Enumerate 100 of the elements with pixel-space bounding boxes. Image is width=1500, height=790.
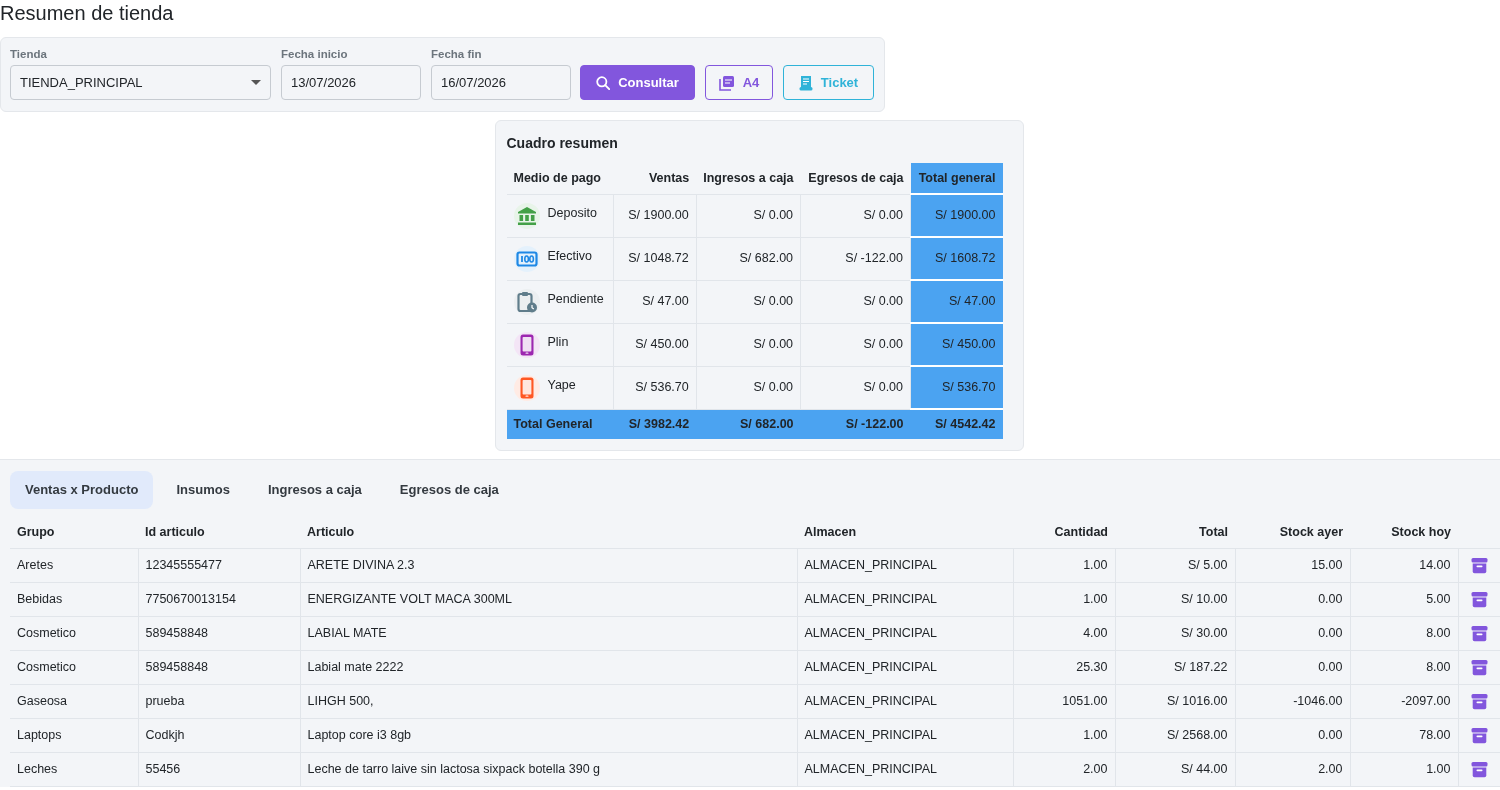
bank-icon [513,202,540,229]
table-cell: 589458848 [138,616,300,650]
table-cell: -1046.00 [1235,684,1350,718]
column-header: Total general [910,163,1003,194]
caret-down-icon [251,80,261,85]
tab[interactable]: Egresos de caja [384,471,514,509]
table-cell: 14.00 [1350,548,1458,582]
archive-box-icon[interactable] [1470,760,1488,778]
clipboard-clock-icon [513,288,540,315]
column-header: Total [1115,518,1235,548]
table-cell: Leche de tarro laive sin lactosa sixpack botella 390 g [300,752,797,786]
table-cell: 55456 [138,752,300,786]
table-cell: 0.00 [1235,616,1350,650]
archive-box-icon[interactable] [1470,590,1488,608]
table-cell: 2.00 [1235,752,1350,786]
table-cell: S/ 1016.00 [1115,684,1235,718]
table-cell: 0.00 [1235,582,1350,616]
table-cell: ALMACEN_PRINCIPAL [797,752,1013,786]
date-field[interactable]: 13/07/2026 [281,65,421,100]
page-title: Resumen de tienda [0,1,175,25]
tab[interactable]: Ventas x Producto [10,471,154,509]
table-cell: Cosmetico [10,650,138,684]
column-header: Stock hoy [1350,518,1458,548]
table-cell: ALMACEN_PRINCIPAL [797,548,1013,582]
table-cell: 1.00 [1013,548,1115,582]
column-header: Cantidad [1013,518,1115,548]
table-cell: ARETE DIVINA 2.3 [300,548,797,582]
table-cell: S/ 187.22 [1115,650,1235,684]
smartphone-icon [513,331,540,358]
table-cell: Laptops [10,718,138,752]
archive-box-icon[interactable] [1470,726,1488,744]
pdf-button[interactable]: A4 [705,65,773,100]
payment-method-name: Deposito [547,205,597,223]
table-cell: 78.00 [1350,718,1458,752]
field-label: Fecha fin [431,47,483,61]
table-cell: S/ 450.00 [613,323,697,366]
table-cell: S/ 47.00 [910,280,1003,323]
table-cell: S/ 682.00 [696,409,801,439]
table-cell: ALMACEN_PRINCIPAL [797,718,1013,752]
smartphone-icon [513,374,540,401]
table-cell: ALMACEN_PRINCIPAL [797,616,1013,650]
column-header: Grupo [10,518,138,548]
search-icon [596,75,611,90]
payment-method-name: Yape [547,377,576,395]
archive-box-icon[interactable] [1470,658,1488,676]
table-cell: S/ 0.00 [696,280,801,323]
table-cell: S/ 0.00 [800,366,911,409]
table-cell: Aretes [10,548,138,582]
table-cell: Codkjh [138,718,300,752]
table-cell: 12345555477 [138,548,300,582]
table-cell: S/ 2568.00 [1115,718,1235,752]
table-cell: LABIAL MATE [300,616,797,650]
column-header: Id articulo [138,518,300,548]
archive-box-icon[interactable] [1470,692,1488,710]
table-cell: 1.00 [1013,582,1115,616]
store-select[interactable]: TIENDA_PRINCIPAL [10,65,271,100]
table-cell: 2.00 [1013,752,1115,786]
table-cell: S/ 30.00 [1115,616,1235,650]
table-cell: S/ 0.00 [696,366,801,409]
table-cell: 1.00 [1013,718,1115,752]
date-field[interactable]: 16/07/2026 [431,65,571,100]
table-cell: 7750670013154 [138,582,300,616]
table-cell: S/ 0.00 [800,323,911,366]
table-cell: S/ -122.00 [800,237,911,280]
table-cell: S/ 682.00 [696,237,801,280]
table-cell: ALMACEN_PRINCIPAL [797,582,1013,616]
tab[interactable]: Ingresos a caja [252,471,377,509]
table-cell: Laptop core i3 8gb [300,718,797,752]
table-cell: Gaseosa [10,684,138,718]
table-cell: 0.00 [1235,718,1350,752]
search-button[interactable]: Consultar [580,65,695,100]
table-cell: 1.00 [1350,752,1458,786]
column-header: Ingresos a caja [696,163,801,194]
archive-box-icon[interactable] [1470,556,1488,574]
column-header: Egresos de caja [800,163,911,194]
table-cell: 1051.00 [1013,684,1115,718]
table-cell: ALMACEN_PRINCIPAL [797,650,1013,684]
table-cell: ALMACEN_PRINCIPAL [797,684,1013,718]
table-cell: S/ 5.00 [1115,548,1235,582]
documents-icon [718,74,735,91]
table-cell: S/ 0.00 [800,194,911,237]
table-cell: S/ -122.00 [800,409,911,439]
field-label: Tienda [10,47,48,61]
column-header: Medio de pago [506,163,614,194]
column-header: Stock ayer [1235,518,1350,548]
table-cell: S/ 0.00 [696,194,801,237]
table-cell: S/ 1608.72 [910,237,1003,280]
table-cell: LIHGH 500, [300,684,797,718]
table-cell: 8.00 [1350,650,1458,684]
table-cell: S/ 4542.42 [910,409,1003,439]
archive-box-icon[interactable] [1470,624,1488,642]
table-cell: S/ 1900.00 [613,194,697,237]
table-cell: 0.00 [1235,650,1350,684]
table-cell: 589458848 [138,650,300,684]
column-header: Almacen [797,518,1013,548]
table-cell: S/ 44.00 [1115,752,1235,786]
table-cell: 25.30 [1013,650,1115,684]
tab[interactable]: Insumos [161,471,245,509]
table-cell: S/ 1900.00 [910,194,1003,237]
table-cell: Leches [10,752,138,786]
